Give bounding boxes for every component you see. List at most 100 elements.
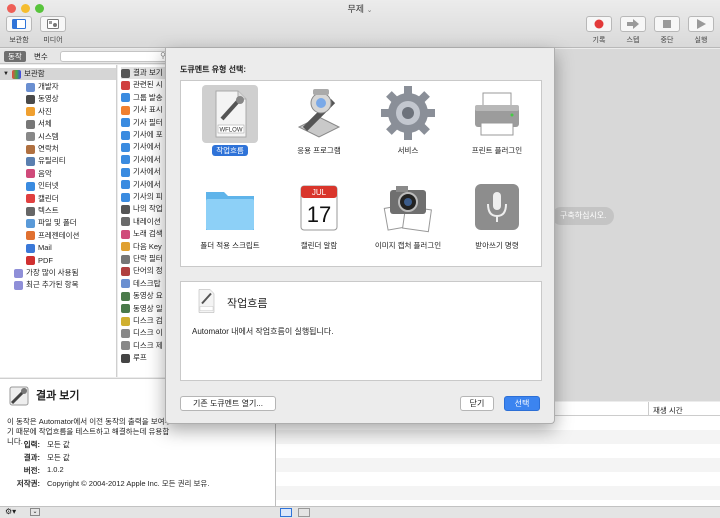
action-item-icon [121,279,130,289]
action-item-icon [121,304,130,314]
disclosure-triangle-icon: ▼ [3,71,9,77]
action-item-icon [121,328,130,338]
library-item[interactable]: 프레젠테이션 [26,230,79,242]
workflow-badge: WFLOW [220,128,243,134]
library-item[interactable]: 인터넷 [26,180,59,192]
action-item-icon [121,353,130,363]
log-view-icon[interactable] [298,508,310,517]
library-folder-icon [11,69,21,79]
folder-icon [206,192,254,230]
type-folder-action[interactable]: 폴더 적용 스크립트 [190,178,270,263]
type-calendar-alarm[interactable]: JUL 17 캘린더 알람 [279,178,359,263]
choose-button[interactable]: 선택 [504,396,540,411]
library-item[interactable]: 연락처 [26,143,59,155]
action-item-icon [121,118,130,128]
type-service[interactable]: 서비스 [368,83,448,168]
type-image-capture[interactable]: 이미지 캡처 플러그인 [368,178,448,263]
action-item-icon [121,341,130,351]
calendar-icon: JUL 17 [300,185,338,231]
smart-group-item[interactable]: 최근 추가된 항목 [14,279,78,291]
library-toggle-button[interactable] [6,16,32,32]
action-item-icon [121,68,130,78]
printer-icon [475,92,519,136]
library-item[interactable]: 유틸리티 [26,155,66,167]
type-application[interactable]: 응용 프로그램 [279,83,359,168]
stop-label: 중단 [660,37,674,44]
workflow-small-icon [198,289,215,313]
library-item-icon [26,243,35,253]
library-item-icon [26,231,35,241]
document-type-grid: WFLOW 작업흐름 응용 프로그램 서비스 프린트 플러그인 폴더 적용 스크… [180,80,542,267]
library-item-icon [26,144,35,154]
info-text: Automator 내에서 작업흐름이 실행됩니다. [192,327,334,336]
action-item-icon [121,130,130,140]
tab-actions[interactable]: 동작 [4,51,26,62]
smart-folder-icon [14,268,23,278]
close-button[interactable]: 닫기 [460,396,494,411]
log-column-duration[interactable]: 재생 시간 [653,405,683,416]
media-icon [47,19,59,29]
calendar-month: JUL [312,188,327,197]
step-button[interactable] [620,16,646,32]
list-view-icon[interactable] [280,508,292,517]
calendar-day: 17 [307,202,331,227]
search-input[interactable]: ⚲ [60,51,170,62]
library-item-icon [26,194,35,204]
type-workflow[interactable]: WFLOW 작업흐름 [190,83,270,168]
record-label: 기록 [592,37,606,44]
type-calendar-alarm-label: 캘린더 알람 [300,241,338,250]
library-item-icon [26,206,35,216]
library-item[interactable]: 시스템 [26,131,59,143]
type-image-capture-label: 이미지 캡처 플러그인 [374,241,442,250]
workflow-hint: 구축하십시오. [552,207,615,225]
record-button[interactable] [586,16,612,32]
media-button[interactable] [40,16,66,32]
library-root[interactable]: ▼ 보관함 [0,68,116,80]
action-item-icon [121,93,130,103]
run-button[interactable] [688,16,714,32]
library-item[interactable]: 캘린더 [26,193,59,205]
stop-button[interactable] [654,16,680,32]
smart-folder-icon [14,280,23,290]
sheet-title: 도큐멘트 유형 선택: [180,65,246,74]
microphone-icon [475,184,519,230]
step-label: 스텝 [626,37,640,44]
log-row [276,486,720,500]
action-item-icon [121,192,130,202]
action-item-icon [121,80,130,90]
library-item-icon [26,181,35,191]
log-row [276,458,720,472]
library-item[interactable]: PDF [26,255,53,267]
library-item[interactable]: 서체 [26,118,52,130]
gear-menu-icon[interactable]: ⚙▾ [5,507,16,516]
action-item-icon [121,266,130,276]
smart-group-item[interactable]: 가장 많이 사용됨 [14,267,78,279]
type-folder-action-label: 폴더 적용 스크립트 [200,241,260,250]
library-item[interactable]: 개발자 [26,81,59,93]
library-item[interactable]: 텍스트 [26,205,59,217]
action-item-icon [121,291,130,301]
open-existing-document-button[interactable]: 기존 도큐멘트 열기... [180,396,276,411]
library-item[interactable]: 음악 [26,168,52,180]
document-type-sheet: 도큐멘트 유형 선택: WFLOW 작업흐름 응용 프로그램 서비스 프린트 플… [165,48,555,424]
library-item-icon [26,156,35,166]
action-item-icon [121,142,130,152]
collapse-description-icon[interactable]: ⌄ [30,508,40,516]
type-print-plugin-label: 프린트 플러그인 [471,146,523,155]
tab-variables[interactable]: 변수 [30,51,52,62]
library-item-icon [26,107,35,117]
run-label: 실행 [694,37,708,44]
library-item[interactable]: Mail [26,242,52,254]
run-icon [697,19,706,29]
library-item[interactable]: 사진 [26,106,52,118]
type-dictation-command[interactable]: 받아쓰기 명령 [457,178,537,263]
type-workflow-label: 작업흐름 [184,145,276,156]
window-title[interactable]: 무제 ⌄ [0,2,720,15]
action-item-icon [121,167,130,177]
type-print-plugin[interactable]: 프린트 플러그인 [457,83,537,168]
log-row [276,430,720,444]
library-item-icon [26,169,35,179]
library-item[interactable]: 파일 및 폴더 [26,217,77,229]
library-list[interactable]: ▼ 보관함 개발자 동영상 사진 서체 시스템 연락처 유틸리티 음악 인터넷 캘린더 텍스트 파일 … [0,65,117,377]
library-item[interactable]: 동영상 [26,93,59,105]
